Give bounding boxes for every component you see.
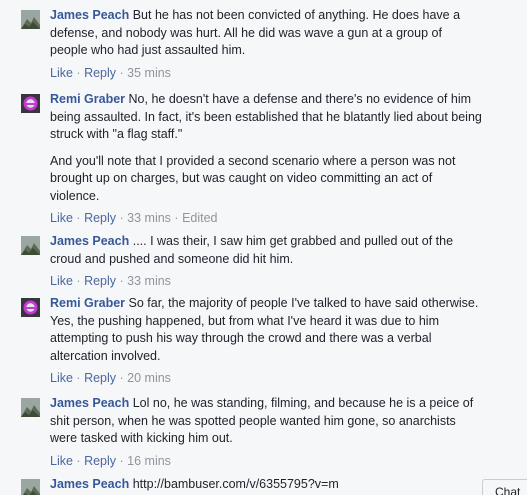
comment-author[interactable]: Remi Graber: [50, 92, 125, 106]
comment-timestamp[interactable]: 33 mins: [127, 211, 171, 225]
comment-timestamp[interactable]: 20 mins: [127, 371, 171, 385]
comment-timestamp[interactable]: 16 mins: [127, 454, 171, 468]
reply-link[interactable]: Reply: [84, 274, 116, 288]
like-link[interactable]: Like: [50, 211, 73, 225]
reply-link[interactable]: Reply: [84, 454, 116, 468]
purple-globe-avatar-icon[interactable]: [21, 94, 40, 113]
landscape-avatar-icon[interactable]: [21, 236, 40, 255]
comment-author[interactable]: Remi Graber: [50, 296, 125, 310]
comment-thread: James Peach But he has not been convicte…: [0, 0, 527, 495]
like-link[interactable]: Like: [50, 274, 73, 288]
reply-link[interactable]: Reply: [84, 66, 116, 80]
like-link[interactable]: Like: [50, 454, 73, 468]
comment-text-paragraph: And you'll note that I provided a second…: [50, 153, 456, 203]
comment-author[interactable]: James Peach: [50, 396, 129, 410]
landscape-avatar-icon[interactable]: [21, 479, 40, 495]
landscape-avatar-icon[interactable]: [21, 10, 40, 29]
reply-link[interactable]: Reply: [84, 211, 116, 225]
like-link[interactable]: Like: [50, 371, 73, 385]
comment-timestamp[interactable]: 35 mins: [127, 66, 171, 80]
edited-label[interactable]: Edited: [182, 211, 217, 225]
comment-author[interactable]: James Peach: [50, 234, 129, 248]
landscape-avatar-icon[interactable]: [21, 398, 40, 417]
comment-author[interactable]: James Peach: [50, 8, 129, 22]
comment-author[interactable]: James Peach: [50, 477, 129, 491]
purple-globe-avatar-icon[interactable]: [21, 298, 40, 317]
comment-link-text[interactable]: http://bambuser.com/v/6355795?v=m: [133, 477, 339, 491]
comment-timestamp[interactable]: 33 mins: [127, 274, 171, 288]
chat-tab[interactable]: Chat: [482, 479, 527, 495]
like-link[interactable]: Like: [50, 66, 73, 80]
reply-link[interactable]: Reply: [84, 371, 116, 385]
